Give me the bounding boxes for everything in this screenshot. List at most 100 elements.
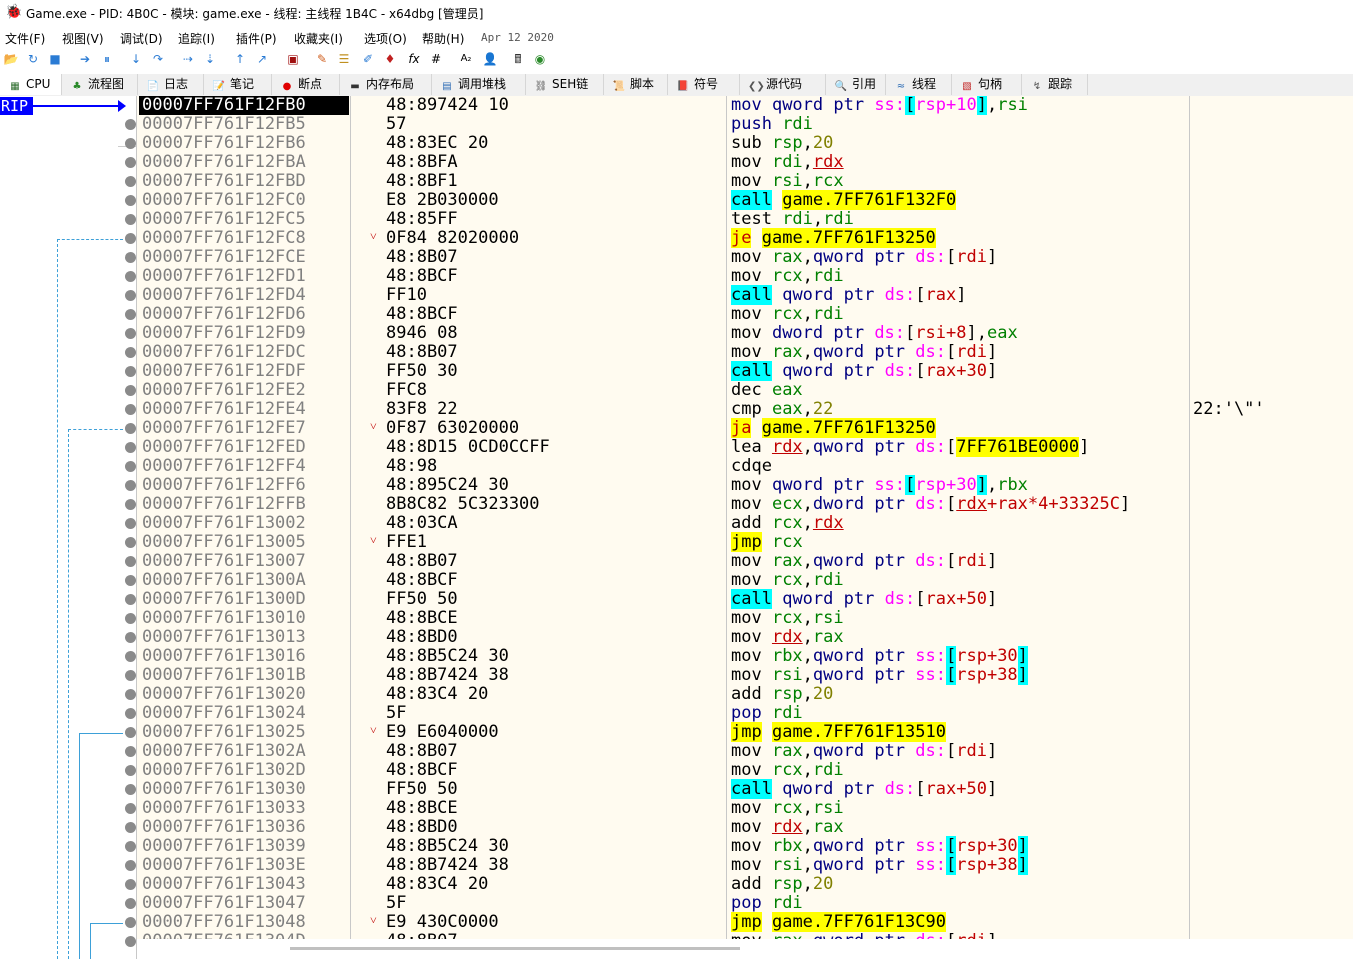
disasm-row[interactable]: 00007FF761F13030 FF50 50 call qword ptr ds… bbox=[137, 779, 1353, 799]
breakpoint-dot[interactable] bbox=[125, 233, 136, 244]
tab-log[interactable]: 📄 日志 bbox=[138, 74, 204, 95]
breakpoint-dot[interactable] bbox=[125, 860, 136, 871]
disasm-row[interactable]: 00007FF761F13036 48:8BD0 mov rdx,rax bbox=[137, 818, 1353, 837]
disasm-row[interactable]: 00007FF761F12FE2 FFC8 dec eax bbox=[137, 381, 1353, 400]
scylla-icon[interactable]: ▣ bbox=[285, 51, 301, 67]
tab-seh[interactable]: ⛓ SEH链 bbox=[526, 74, 604, 95]
disasm-row[interactable]: 00007FF761F1301B 48:8B7424 38 mov rsi,qwor… bbox=[137, 665, 1353, 685]
tab-notes[interactable]: 📝 笔记 bbox=[204, 74, 272, 95]
font-icon[interactable]: A₂ bbox=[458, 51, 474, 67]
breakpoint-dot[interactable] bbox=[125, 803, 136, 814]
breakpoint-dot[interactable] bbox=[125, 936, 136, 947]
breakpoint-dot[interactable] bbox=[125, 176, 136, 187]
breakpoint-dot[interactable] bbox=[125, 309, 136, 320]
branch-gutter[interactable]: RIP bbox=[0, 96, 136, 959]
disasm-row[interactable]: 00007FF761F12FC5 48:85FF test rdi,rdi bbox=[137, 210, 1353, 229]
breakpoint-dot[interactable] bbox=[125, 366, 136, 377]
tab-memory-map[interactable]: ▬ 内存布局 bbox=[340, 74, 432, 95]
disasm-row[interactable]: 00007FF761F1302A 48:8B07 mov rax,qword ptr… bbox=[137, 742, 1353, 761]
breakpoint-dot[interactable] bbox=[125, 271, 136, 282]
tab-symbols[interactable]: 📕 符号 bbox=[668, 74, 740, 95]
disasm-row[interactable]: 00007FF761F12FD6 48:8BCF mov rcx,rdi bbox=[137, 305, 1353, 324]
breakpoint-dot[interactable] bbox=[125, 347, 136, 358]
disasm-row[interactable]: 00007FF761F12FD4 FF10 call qword ptr ds:[r… bbox=[137, 285, 1353, 305]
breakpoint-dot[interactable] bbox=[125, 195, 136, 206]
bookmarks-icon[interactable]: ♦ bbox=[382, 51, 398, 67]
disasm-row[interactable]: 00007FF761F13013 48:8BD0 mov rdx,rax bbox=[137, 628, 1353, 647]
disasm-row[interactable]: 00007FF761F12FE4 83F8 22 cmp eax,22 22:'\"' bbox=[137, 400, 1353, 419]
breakpoint-dot[interactable] bbox=[125, 670, 136, 681]
scrollbar-thumb[interactable] bbox=[290, 947, 740, 950]
disasm-row[interactable]: 00007FF761F13002 48:03CA add rcx,rdx bbox=[137, 514, 1353, 533]
menu-debug[interactable]: 调试(D) bbox=[120, 30, 163, 47]
execute-till-return-icon[interactable]: ↑ bbox=[232, 51, 248, 67]
restart-icon[interactable]: ↻ bbox=[25, 51, 41, 67]
disasm-row[interactable]: 00007FF761F13025 ˅ E9 E6040000 jmp game.7FF… bbox=[137, 722, 1353, 742]
breakpoint-dot[interactable] bbox=[125, 651, 136, 662]
breakpoint-dot[interactable] bbox=[125, 556, 136, 567]
breakpoint-dot[interactable] bbox=[125, 594, 136, 605]
disasm-row[interactable]: 00007FF761F12FD1 48:8BCF mov rcx,rdi bbox=[137, 267, 1353, 286]
tab-cpu[interactable]: ▦ CPU bbox=[0, 74, 62, 95]
hash-icon[interactable]: # bbox=[428, 51, 444, 67]
disasm-row[interactable]: 00007FF761F1302D 48:8BCF mov rcx,rdi bbox=[137, 761, 1353, 780]
breakpoint-dot[interactable] bbox=[125, 765, 136, 776]
tab-threads[interactable]: ≈ 线程 bbox=[886, 74, 952, 95]
breakpoint-dot[interactable] bbox=[125, 689, 136, 700]
disasm-row[interactable]: 00007FF761F13039 48:8B5C24 30 mov rbx,qwor… bbox=[137, 836, 1353, 856]
breakpoint-dot[interactable] bbox=[125, 461, 136, 472]
menu-file[interactable]: 文件(F) bbox=[5, 30, 45, 47]
breakpoint-dot[interactable] bbox=[125, 328, 136, 339]
breakpoint-dot[interactable] bbox=[125, 822, 136, 833]
breakpoint-dot[interactable] bbox=[125, 879, 136, 890]
tab-trace[interactable]: ↯ 跟踪 bbox=[1022, 74, 1088, 95]
disasm-row[interactable]: 00007FF761F1300A 48:8BCF mov rcx,rdi bbox=[137, 571, 1353, 590]
horizontal-scrollbar[interactable] bbox=[137, 939, 1353, 959]
tab-references[interactable]: 🔍 引用 bbox=[826, 74, 886, 95]
trace-into-icon[interactable]: ⇢ bbox=[180, 51, 196, 67]
breakpoint-dot[interactable] bbox=[125, 252, 136, 263]
breakpoint-dot[interactable] bbox=[125, 746, 136, 757]
disasm-row[interactable]: 00007FF761F1303E 48:8B7424 38 mov rsi,qwor… bbox=[137, 855, 1353, 875]
pause-icon[interactable]: ⏸ bbox=[99, 51, 115, 67]
breakpoint-dot[interactable] bbox=[125, 499, 136, 510]
breakpoint-dot[interactable] bbox=[125, 708, 136, 719]
disasm-row[interactable]: 00007FF761F12FC8 ˅ 0F84 82020000 je game.7F… bbox=[137, 228, 1353, 248]
tab-script[interactable]: 📜 脚本 bbox=[604, 74, 668, 95]
disasm-row[interactable]: 00007FF761F12FDF FF50 30 call qword ptr ds… bbox=[137, 361, 1353, 381]
run-to-user-code-icon[interactable]: ↗ bbox=[254, 51, 270, 67]
disasm-row[interactable]: 00007FF761F12FC0 E8 2B030000 call game.7FF… bbox=[137, 190, 1353, 210]
disasm-row[interactable]: 00007FF761F12FCE 48:8B07 mov rax,qword ptr… bbox=[137, 248, 1353, 267]
disasm-row[interactable]: 00007FF761F1300D FF50 50 call qword ptr ds… bbox=[137, 589, 1353, 609]
menu-view[interactable]: 视图(V) bbox=[62, 30, 104, 47]
disasm-row[interactable]: 00007FF761F13048 ˅ E9 430C0000 jmp game.7FF… bbox=[137, 912, 1353, 932]
breakpoint-dot[interactable] bbox=[125, 727, 136, 738]
menu-options[interactable]: 选项(O) bbox=[364, 30, 407, 47]
disasm-row[interactable]: 00007FF761F12FF6 48:895C24 30 mov qword pt… bbox=[137, 475, 1353, 495]
breakpoint-dot[interactable] bbox=[125, 537, 136, 548]
menu-help[interactable]: 帮助(H) bbox=[422, 30, 464, 47]
breakpoint-dot[interactable] bbox=[125, 138, 136, 149]
tab-call-stack[interactable]: ▤ 调用堆栈 bbox=[432, 74, 526, 95]
disasm-row[interactable]: 00007FF761F12FF4 48:98 cdqe bbox=[137, 457, 1353, 476]
breakpoint-dot[interactable] bbox=[125, 613, 136, 624]
breakpoint-dot[interactable] bbox=[125, 404, 136, 415]
breakpoint-dot[interactable] bbox=[125, 157, 136, 168]
disasm-row[interactable]: 00007FF761F12FB6 48:83EC 20 sub rsp,20 bbox=[137, 134, 1353, 153]
breakpoint-dot[interactable] bbox=[125, 841, 136, 852]
run-icon[interactable]: ➔ bbox=[77, 51, 93, 67]
breakpoint-dot[interactable] bbox=[125, 917, 136, 928]
breakpoint-dot[interactable] bbox=[125, 480, 136, 491]
disasm-row[interactable]: 00007FF761F12FFB 8B8C82 5C323300 mov ecx,d… bbox=[137, 495, 1353, 514]
disasm-row[interactable]: 00007FF761F12FD9 8946 08 mov dword ptr ds:… bbox=[137, 324, 1353, 343]
disasm-row[interactable]: 00007FF761F13020 48:83C4 20 add rsp,20 bbox=[137, 685, 1353, 704]
disasm-row[interactable]: 00007FF761F13007 48:8B07 mov rax,qword ptr… bbox=[137, 552, 1353, 571]
breakpoint-dot[interactable] bbox=[125, 385, 136, 396]
open-icon[interactable]: 📂 bbox=[3, 51, 19, 67]
disasm-row[interactable]: 00007FF761F12FB5 57 push rdi bbox=[137, 115, 1353, 134]
about-icon[interactable]: ◉ bbox=[532, 51, 548, 67]
disasm-row[interactable]: 00007FF761F1304D 48:8B07 mov rax,qword ptr… bbox=[137, 932, 1353, 940]
tab-graph[interactable]: ♣ 流程图 bbox=[62, 74, 138, 95]
menu-trace[interactable]: 追踪(I) bbox=[178, 30, 215, 47]
breakpoint-dot[interactable] bbox=[125, 898, 136, 909]
